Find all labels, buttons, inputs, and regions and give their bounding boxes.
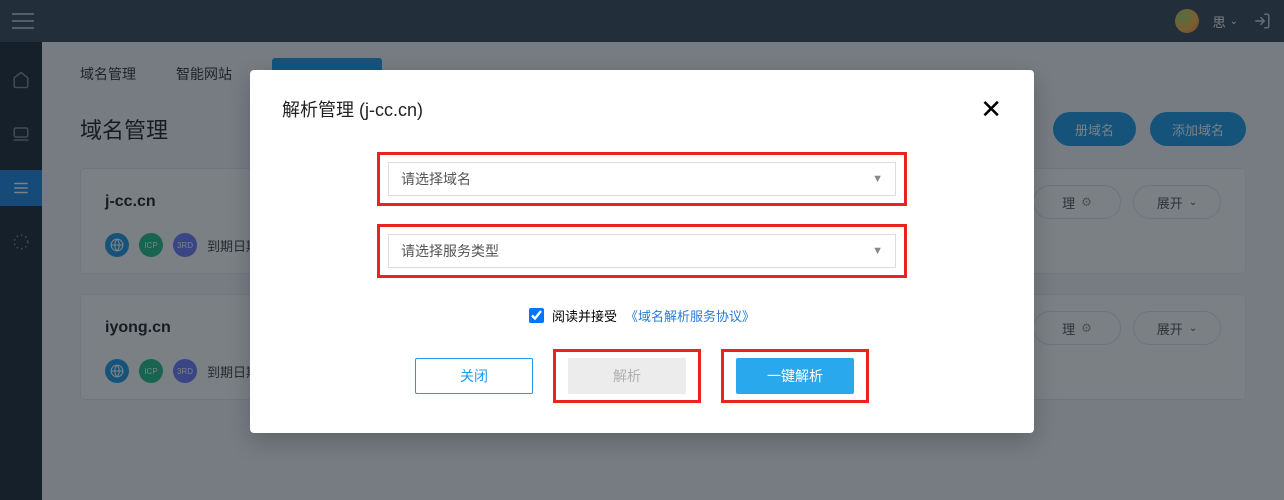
domain-select[interactable]: 请选择域名 ▼ <box>388 162 896 196</box>
parse-button[interactable]: 解析 <box>568 358 686 394</box>
modal-overlay[interactable]: 解析管理 (j-cc.cn) ✕ 请选择域名 ▼ 请选择服务类型 ▼ 阅读并接受… <box>0 0 1284 500</box>
modal-title: 解析管理 (j-cc.cn) <box>282 96 423 122</box>
agreement-row: 阅读并接受 《域名解析服务协议》 <box>529 306 755 325</box>
domain-select-highlight: 请选择域名 ▼ <box>377 152 907 206</box>
chevron-down-icon: ▼ <box>872 173 883 185</box>
service-select-highlight: 请选择服务类型 ▼ <box>377 224 907 278</box>
dns-modal: 解析管理 (j-cc.cn) ✕ 请选择域名 ▼ 请选择服务类型 ▼ 阅读并接受… <box>250 70 1034 433</box>
agreement-text: 阅读并接受 <box>552 306 617 325</box>
modal-button-row: 关闭 解析 一键解析 <box>415 349 869 403</box>
parse-all-button[interactable]: 一键解析 <box>736 358 854 394</box>
agreement-checkbox[interactable] <box>529 308 544 323</box>
parse-button-highlight: 解析 <box>553 349 701 403</box>
parse-all-button-highlight: 一键解析 <box>721 349 869 403</box>
close-button[interactable]: 关闭 <box>415 358 533 394</box>
close-icon[interactable]: ✕ <box>980 96 1002 122</box>
domain-select-placeholder: 请选择域名 <box>401 169 471 189</box>
agreement-link[interactable]: 《域名解析服务协议》 <box>625 306 755 325</box>
service-type-select[interactable]: 请选择服务类型 ▼ <box>388 234 896 268</box>
chevron-down-icon: ▼ <box>872 245 883 257</box>
service-select-placeholder: 请选择服务类型 <box>401 241 499 261</box>
